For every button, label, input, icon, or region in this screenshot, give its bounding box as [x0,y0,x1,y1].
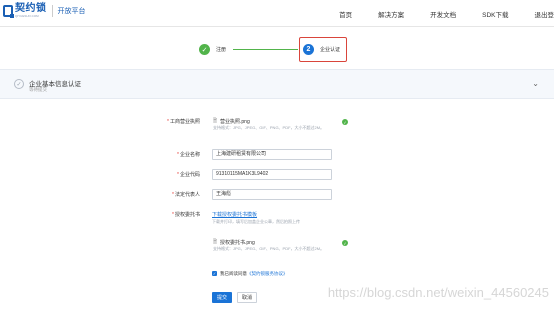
check-icon: ✓ [199,44,210,55]
authorization-label: *授权委托书 [172,212,200,218]
agree-checkbox[interactable]: ✓ [212,271,217,276]
company-code-label: *企业代码 [177,172,200,178]
check-icon: ✓ [342,119,348,125]
top-header: 契约锁 QIYUESUO.COM 开放平台 首页 解决方案 开发文档 SDK下载… [0,0,554,27]
step-number-badge: 2 [303,44,314,55]
logo-name: 契约锁 [15,3,47,14]
check-circle-icon: ✓ [14,79,24,89]
agree-text: 我已阅读同意《契约锁服务协议》 [220,271,288,276]
nav-sdk-download[interactable]: SDK下载 [482,9,508,19]
step-register-label: 注册 [216,47,227,53]
submit-button[interactable]: 提交 [212,292,232,303]
authorization-file-hint: 支持格式：JPG、JPEG、GIF、PNG、PDF，大小不超过2M。 [213,246,325,251]
chevron-down-icon[interactable]: ⌄ [532,79,539,88]
company-name-label: *企业名称 [177,152,200,158]
logo-url: QIYUESUO.COM [15,14,39,18]
step-company-verify-label: 企业认证 [320,47,341,53]
legal-person-input[interactable]: 王海彪 [212,189,332,200]
authorization-file-name[interactable]: 授权委托书.png [220,239,255,246]
service-agreement-link[interactable]: 《契约锁服务协议》 [247,271,288,276]
company-name-input[interactable]: 上海建研租赁有限公司 [212,149,332,160]
logo-divider [51,5,53,17]
step-register: ✓ 注册 [199,44,226,55]
legal-person-label: *法定代表人 [172,192,200,198]
step-company-verify: 2 企业认证 [303,44,340,55]
logo[interactable]: 契约锁 QIYUESUO.COM 开放平台 [3,4,86,18]
license-hint: 支持格式：JPG、JPEG、GIF、PNG、PDF，大小不超过2M。 [213,125,325,130]
cancel-button[interactable]: 取消 [237,292,257,303]
download-template-link[interactable]: 下载授权委托书模板 [212,211,257,218]
watermark: https://blog.csdn.net/weixin_44560245 [327,285,549,300]
platform-title: 开放平台 [57,8,86,15]
step-connector [233,49,298,50]
check-icon: ✓ [342,240,348,246]
nav-docs[interactable]: 开发文档 [430,9,456,19]
nav-solutions[interactable]: 解决方案 [378,9,404,19]
license-label: *工商营业执照 [167,119,200,125]
company-code-input[interactable]: 91310115MA1K3L9402 [212,169,332,180]
authorization-hint: 下载并打印，填写后加盖企业公章，然后拍照上传 [212,219,300,224]
section-status: 等待提交 [29,87,47,92]
license-file-name[interactable]: 营业执照.png [220,118,250,125]
logo-mark-icon [3,5,14,18]
main-nav: 首页 解决方案 开发文档 SDK下载 退出登 [339,9,554,19]
nav-logout[interactable]: 退出登 [535,9,554,19]
progress-steps: ✓ 注册 2 企业认证 [0,27,554,67]
section-header[interactable]: ✓ 企业基本信息认证 等待提交 ⌄ [0,69,554,99]
nav-home[interactable]: 首页 [339,9,352,19]
